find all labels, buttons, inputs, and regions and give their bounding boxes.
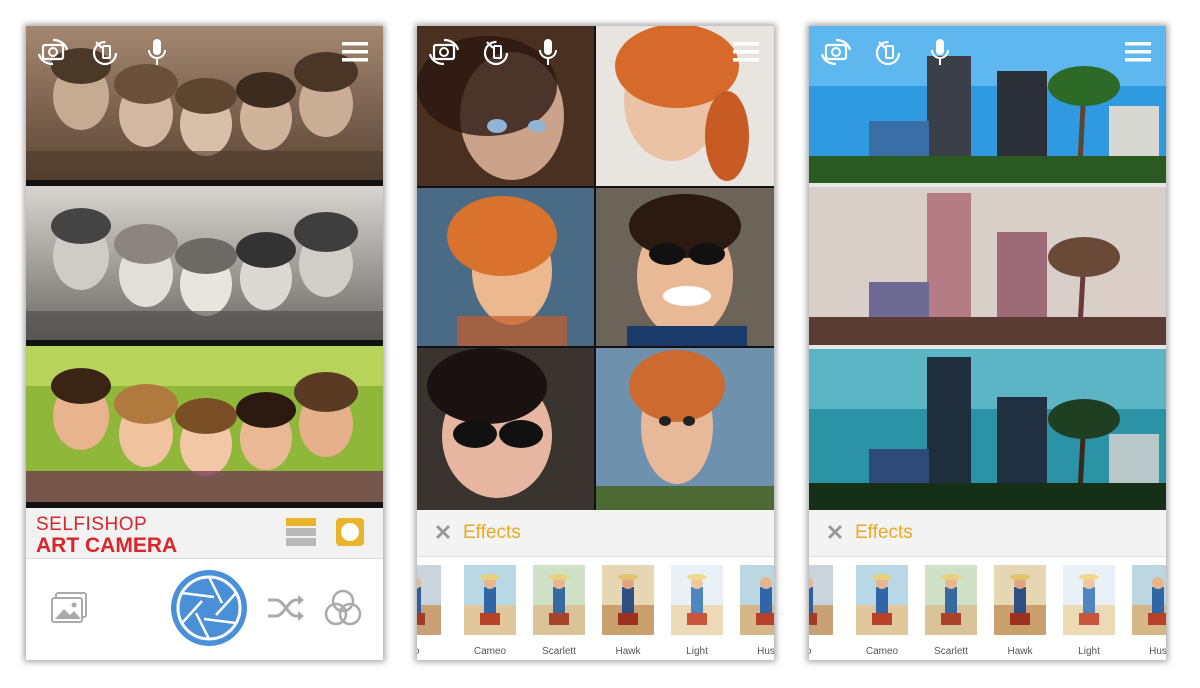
effects-header: Effects — [417, 510, 774, 557]
microphone-icon[interactable] — [531, 36, 565, 68]
effect-thumb[interactable]: Light — [1063, 565, 1115, 657]
shutter-icon[interactable] — [170, 569, 248, 647]
effect-label: Light — [686, 646, 708, 657]
timer-icon[interactable] — [479, 36, 513, 68]
effects-header: Effects — [809, 510, 1166, 557]
gallery-icon[interactable] — [50, 591, 88, 625]
effect-label: Hus — [1149, 646, 1166, 657]
effect-label: Cameo — [473, 646, 507, 657]
photo-strip-city-rose — [809, 187, 1166, 345]
shuffle-icon[interactable] — [266, 591, 306, 625]
effect-thumb[interactable]: Scarlett — [925, 565, 977, 657]
brand-line-1: SELFISHOP — [36, 514, 148, 535]
effect-label: Cameo — [865, 646, 899, 657]
close-icon[interactable] — [435, 524, 451, 540]
switch-camera-icon[interactable] — [427, 36, 461, 68]
face-grid — [417, 26, 774, 510]
switch-camera-icon[interactable] — [36, 36, 70, 68]
effects-carousel[interactable]: ro Cameo Scarlett Hawk Light Hus — [809, 557, 1166, 660]
effect-thumb[interactable]: Hus — [740, 565, 774, 657]
strip-layout-icon[interactable] — [286, 518, 316, 546]
effect-thumb[interactable]: ro — [809, 565, 833, 657]
timer-icon[interactable] — [88, 36, 122, 68]
close-icon[interactable] — [827, 524, 843, 540]
phone-screen-effects-city: Effects ro Cameo Scarlett Hawk Light Hus — [809, 26, 1166, 660]
microphone-icon[interactable] — [140, 36, 174, 68]
app-brand-bar: SELFISHOP ART CAMERA — [26, 508, 383, 558]
menu-icon[interactable] — [729, 36, 763, 68]
top-toolbar — [26, 26, 383, 78]
menu-icon[interactable] — [338, 36, 372, 68]
menu-icon[interactable] — [1121, 36, 1155, 68]
effect-thumb[interactable]: Hawk — [602, 565, 654, 657]
effects-title: Effects — [463, 522, 521, 543]
effect-thumb[interactable]: Scarlett — [533, 565, 585, 657]
effects-carousel[interactable]: ro Cameo Scarlett Hawk Light Hus — [417, 557, 774, 660]
effect-label: Hawk — [1007, 646, 1033, 657]
camera-controls — [26, 558, 383, 660]
effect-thumb[interactable]: Hus — [1132, 565, 1166, 657]
square-layout-icon[interactable] — [336, 518, 364, 546]
phone-screen-camera: SELFISHOP ART CAMERA — [26, 26, 383, 660]
effect-label: Hawk — [615, 646, 641, 657]
photo-strip-city-teal — [809, 349, 1166, 510]
filters-icon[interactable] — [324, 589, 362, 627]
microphone-icon[interactable] — [923, 36, 957, 68]
phone-screen-effects-faces: Effects ro Cameo Scarlett Hawk Light Hus — [417, 26, 774, 660]
effect-label: ro — [809, 646, 842, 657]
top-toolbar — [809, 26, 1166, 78]
timer-icon[interactable] — [871, 36, 905, 68]
effect-label: Scarlett — [542, 646, 576, 657]
effect-thumb[interactable]: Hawk — [994, 565, 1046, 657]
effect-label: Hus — [757, 646, 774, 657]
effect-thumb[interactable]: ro — [417, 565, 441, 657]
effect-thumb[interactable]: Light — [671, 565, 723, 657]
effect-thumb[interactable]: Cameo — [464, 565, 516, 657]
effects-title: Effects — [855, 522, 913, 543]
top-toolbar — [417, 26, 774, 78]
effect-label: ro — [417, 646, 450, 657]
photo-strip-color — [26, 346, 383, 502]
effect-label: Light — [1078, 646, 1100, 657]
effect-label: Scarlett — [934, 646, 968, 657]
effect-thumb[interactable]: Cameo — [856, 565, 908, 657]
photo-strip-bw — [26, 186, 383, 340]
switch-camera-icon[interactable] — [819, 36, 853, 68]
brand-line-2: ART CAMERA — [36, 534, 178, 557]
